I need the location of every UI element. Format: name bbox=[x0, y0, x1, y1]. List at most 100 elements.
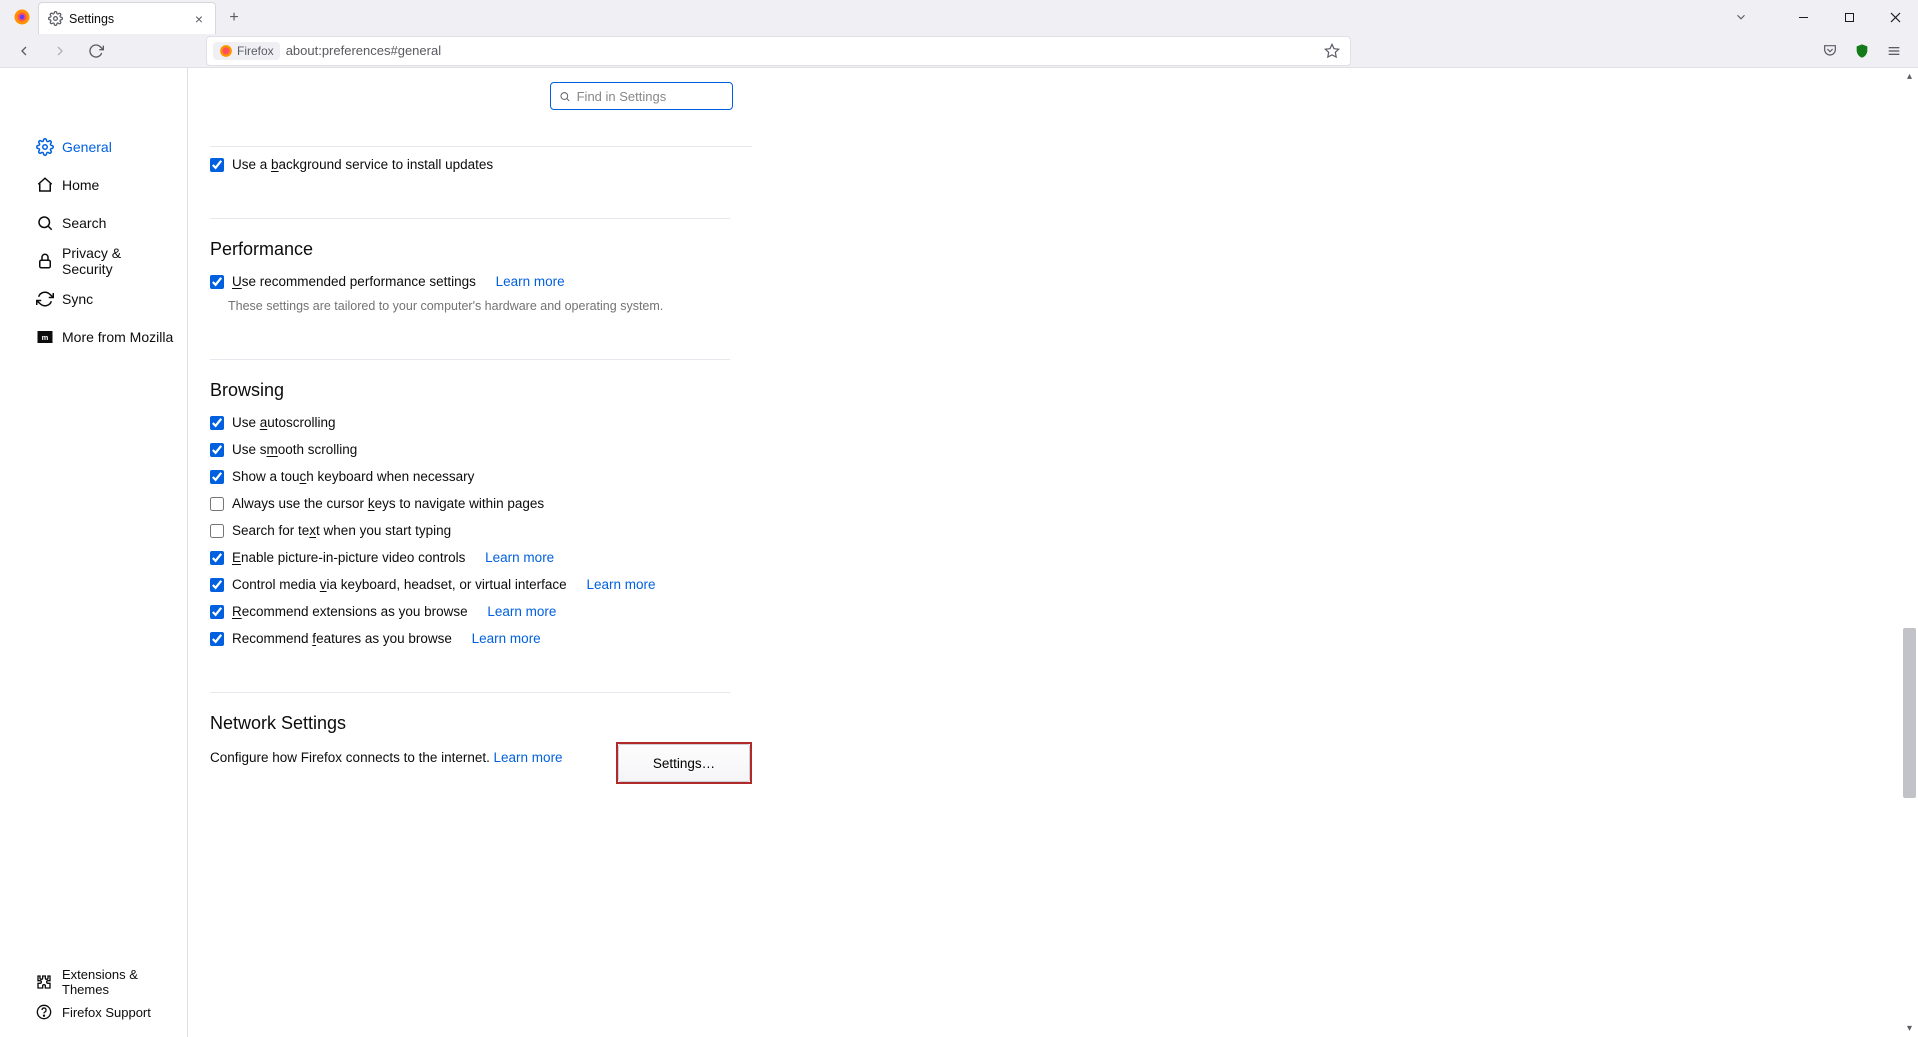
row-autoscroll: Use autoscrolling bbox=[210, 409, 752, 436]
row-background-service: Use a background service to install upda… bbox=[210, 151, 752, 178]
network-row: Configure how Firefox connects to the in… bbox=[210, 742, 752, 784]
row-media-ctrl: Control media via keyboard, headset, or … bbox=[210, 571, 752, 598]
recommended-perf-checkbox[interactable] bbox=[210, 275, 224, 289]
reload-button[interactable] bbox=[80, 36, 112, 66]
cursor-keys-label[interactable]: Always use the cursor keys to navigate w… bbox=[232, 496, 544, 511]
row-cursor-keys: Always use the cursor keys to navigate w… bbox=[210, 490, 752, 517]
rec-feat-checkbox[interactable] bbox=[210, 632, 224, 646]
sidebar-item-label: Sync bbox=[62, 291, 93, 307]
firefox-logo-icon bbox=[8, 3, 36, 31]
media-learn-more-link[interactable]: Learn more bbox=[586, 577, 655, 592]
sidebar-item-label: Privacy & Security bbox=[62, 245, 175, 277]
settings-main: Use a background service to install upda… bbox=[188, 68, 1918, 1037]
touch-kb-checkbox[interactable] bbox=[210, 470, 224, 484]
row-rec-feat: Recommend features as you browse Learn m… bbox=[210, 625, 752, 652]
autoscroll-label[interactable]: Use autoscrolling bbox=[232, 415, 336, 430]
search-typing-label[interactable]: Search for text when you start typing bbox=[232, 523, 451, 538]
scroll-up-arrow-icon[interactable]: ▴ bbox=[1901, 68, 1918, 85]
sidebar-item-label: More from Mozilla bbox=[62, 329, 173, 345]
network-learn-more-link[interactable]: Learn more bbox=[494, 750, 563, 765]
vertical-scrollbar[interactable]: ▴ ▾ bbox=[1901, 68, 1918, 1037]
tab-settings[interactable]: Settings × bbox=[38, 2, 216, 34]
divider bbox=[210, 359, 730, 360]
forward-button[interactable] bbox=[44, 36, 76, 66]
sidebar-item-label: Search bbox=[62, 215, 106, 231]
row-rec-ext: Recommend extensions as you browse Learn… bbox=[210, 598, 752, 625]
media-ctrl-label[interactable]: Control media via keyboard, headset, or … bbox=[232, 577, 567, 592]
divider bbox=[210, 146, 752, 147]
bookmark-star-icon[interactable] bbox=[1320, 39, 1344, 63]
search-icon bbox=[36, 214, 54, 232]
rec-ext-learn-more-link[interactable]: Learn more bbox=[487, 604, 556, 619]
network-settings-highlight: Settings… bbox=[616, 742, 752, 784]
titlebar: Settings × + bbox=[0, 0, 1918, 34]
url-bar[interactable]: Firefox about:preferences#general bbox=[206, 36, 1351, 66]
help-icon bbox=[36, 1004, 52, 1020]
browsing-heading: Browsing bbox=[210, 380, 752, 401]
home-icon bbox=[36, 176, 54, 194]
row-touch-kb: Show a touch keyboard when necessary bbox=[210, 463, 752, 490]
sidebar-item-sync[interactable]: Sync bbox=[0, 280, 187, 318]
row-smooth-scroll: Use smooth scrolling bbox=[210, 436, 752, 463]
pip-checkbox[interactable] bbox=[210, 551, 224, 565]
settings-sidebar: General Home Search Privacy & Security S… bbox=[0, 68, 188, 1037]
back-button[interactable] bbox=[8, 36, 40, 66]
save-to-pocket-button[interactable] bbox=[1814, 36, 1846, 66]
tab-title: Settings bbox=[69, 12, 185, 26]
mozilla-icon: m bbox=[36, 328, 54, 346]
svg-text:m: m bbox=[42, 333, 49, 342]
network-heading: Network Settings bbox=[210, 713, 752, 734]
sidebar-item-support[interactable]: Firefox Support bbox=[0, 997, 187, 1027]
perf-learn-more-link[interactable]: Learn more bbox=[496, 274, 565, 289]
sidebar-item-home[interactable]: Home bbox=[0, 166, 187, 204]
sidebar-item-privacy[interactable]: Privacy & Security bbox=[0, 242, 187, 280]
window-controls bbox=[1780, 0, 1918, 34]
tracking-protection-icon[interactable] bbox=[1846, 36, 1878, 66]
sidebar-list: General Home Search Privacy & Security S… bbox=[0, 128, 187, 967]
scrollbar-thumb[interactable] bbox=[1903, 628, 1916, 798]
close-window-button[interactable] bbox=[1872, 0, 1918, 34]
url-text: about:preferences#general bbox=[286, 43, 1314, 58]
autoscroll-checkbox[interactable] bbox=[210, 416, 224, 430]
search-typing-checkbox[interactable] bbox=[210, 524, 224, 538]
sidebar-bottom: Extensions & Themes Firefox Support bbox=[0, 967, 187, 1037]
media-ctrl-checkbox[interactable] bbox=[210, 578, 224, 592]
sidebar-item-general[interactable]: General bbox=[0, 128, 187, 166]
network-settings-button[interactable]: Settings… bbox=[618, 744, 750, 782]
cursor-keys-checkbox[interactable] bbox=[210, 497, 224, 511]
background-service-checkbox[interactable] bbox=[210, 158, 224, 172]
rec-feat-label[interactable]: Recommend features as you browse bbox=[232, 631, 452, 646]
tab-strip: Settings × + bbox=[0, 0, 248, 34]
lock-icon bbox=[36, 252, 54, 270]
identity-box[interactable]: Firefox bbox=[213, 42, 280, 60]
pip-label[interactable]: Enable picture-in-picture video controls bbox=[232, 550, 465, 565]
sidebar-item-more-mozilla[interactable]: m More from Mozilla bbox=[0, 318, 187, 356]
sidebar-item-label: Firefox Support bbox=[62, 1005, 151, 1020]
maximize-button[interactable] bbox=[1826, 0, 1872, 34]
recommended-perf-label[interactable]: Use recommended performance settings bbox=[232, 274, 476, 289]
row-recommended-perf: Use recommended performance settings Lea… bbox=[210, 268, 752, 295]
background-service-label[interactable]: Use a background service to install upda… bbox=[232, 157, 493, 172]
touch-kb-label[interactable]: Show a touch keyboard when necessary bbox=[232, 469, 474, 484]
list-all-tabs-button[interactable] bbox=[1724, 0, 1758, 34]
minimize-button[interactable] bbox=[1780, 0, 1826, 34]
scroll-down-arrow-icon[interactable]: ▾ bbox=[1901, 1020, 1918, 1037]
rec-ext-label[interactable]: Recommend extensions as you browse bbox=[232, 604, 468, 619]
app-menu-button[interactable] bbox=[1878, 36, 1910, 66]
gear-icon bbox=[47, 11, 63, 27]
sidebar-item-search[interactable]: Search bbox=[0, 204, 187, 242]
rec-ext-checkbox[interactable] bbox=[210, 605, 224, 619]
pip-learn-more-link[interactable]: Learn more bbox=[485, 550, 554, 565]
new-tab-button[interactable]: + bbox=[220, 4, 248, 32]
divider bbox=[210, 692, 730, 693]
divider bbox=[210, 218, 730, 219]
close-icon[interactable]: × bbox=[191, 11, 207, 27]
smooth-scroll-checkbox[interactable] bbox=[210, 443, 224, 457]
identity-label: Firefox bbox=[237, 44, 274, 58]
sidebar-item-extensions[interactable]: Extensions & Themes bbox=[0, 967, 187, 997]
smooth-scroll-label[interactable]: Use smooth scrolling bbox=[232, 442, 357, 457]
rec-feat-learn-more-link[interactable]: Learn more bbox=[472, 631, 541, 646]
sidebar-item-label: Home bbox=[62, 177, 99, 193]
toolbar-right bbox=[1814, 36, 1910, 66]
sidebar-item-label: General bbox=[62, 139, 112, 155]
